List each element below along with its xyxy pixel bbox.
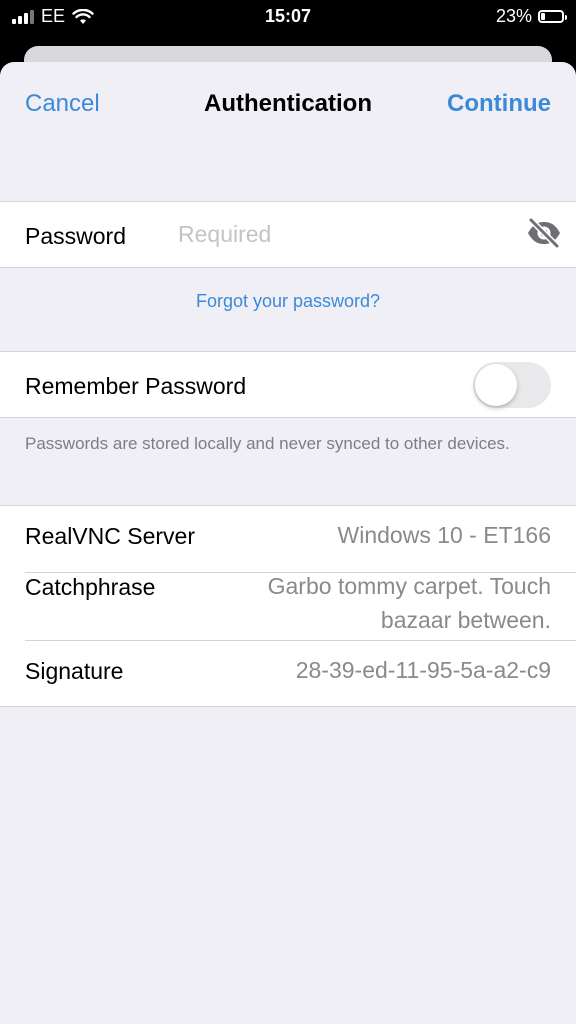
- catchphrase-label: Catchphrase: [25, 574, 156, 600]
- catchphrase-value: Garbo tommy carpet. Touch bazaar between…: [268, 569, 551, 637]
- status-right: 23%: [495, 6, 567, 27]
- continue-button[interactable]: Continue: [447, 90, 551, 118]
- eye-slash-icon[interactable]: [526, 217, 562, 249]
- remember-password-section: Remember Password: [0, 351, 576, 418]
- server-value: Windows 10 - ET166: [337, 522, 551, 548]
- toggle-knob: [475, 364, 517, 406]
- battery-level: [541, 13, 545, 20]
- forgot-password-link[interactable]: Forgot your password?: [0, 291, 576, 312]
- status-time: 15:07: [264, 6, 312, 26]
- status-bar: EE 15:07 23%: [0, 0, 576, 34]
- server-label: RealVNC Server: [25, 523, 195, 549]
- catchphrase-line-1: Garbo tommy carpet. Touch: [267, 573, 551, 599]
- catchphrase-line-2: bazaar between.: [380, 607, 551, 633]
- nav-bar: Cancel Authentication Continue: [0, 62, 576, 146]
- divider: [25, 640, 576, 641]
- authentication-sheet: Cancel Authentication Continue Password …: [0, 62, 576, 1024]
- battery-icon: [538, 10, 567, 23]
- signature-label: Signature: [25, 658, 124, 684]
- remember-footnote: Passwords are stored locally and never s…: [25, 434, 510, 453]
- password-input[interactable]: [178, 216, 508, 252]
- password-label: Password: [25, 223, 126, 249]
- server-info-section: RealVNC Server Windows 10 - ET166 Catchp…: [0, 505, 576, 707]
- password-section: Password: [0, 201, 576, 268]
- battery-percent: 23%: [495, 6, 532, 26]
- remember-password-toggle[interactable]: [473, 362, 551, 408]
- signature-value: 28-39-ed-11-95-5a-a2-c9: [295, 657, 551, 683]
- remember-password-label: Remember Password: [25, 373, 247, 399]
